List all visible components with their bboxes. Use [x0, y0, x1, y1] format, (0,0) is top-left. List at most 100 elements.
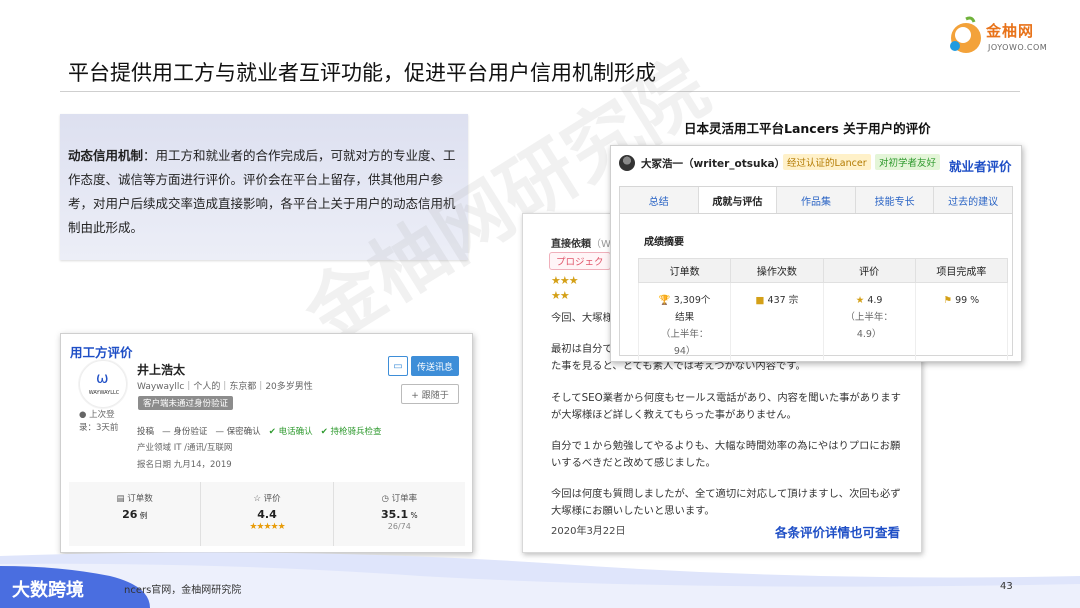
review-header-extra: （W	[591, 239, 611, 250]
verification-item: — 保密确认	[215, 427, 261, 437]
employer-stat-unit: 例	[137, 511, 148, 520]
follow-button[interactable]: + 跟随于	[401, 384, 459, 404]
stats-orders-sub: 结果	[675, 312, 695, 323]
employer-stat-sub: 26/74	[387, 522, 411, 531]
review-line: 今回は何度も質問しましたが、全て適切に対応して頂けますし、次回も必ず	[551, 488, 901, 500]
review-line: いするべきだと改めて感じました。	[551, 457, 716, 469]
employer-stat-orders: ▤ 订单数 26 例	[69, 482, 200, 546]
last-login-value: 录：3天前	[79, 423, 119, 433]
employer-stat-label-text: 订单数	[127, 494, 153, 504]
stats-orders-prev-value: 94）	[673, 346, 696, 357]
review-stars-row-2: ★★	[551, 289, 570, 302]
employer-stat-label: ◷ 订单率	[334, 492, 465, 504]
stats-rating-cell: ★ 4.9 （上半年： 4.9）	[822, 282, 916, 360]
footer-brand: 大数跨境	[12, 580, 84, 601]
stats-header: 项目完成率	[914, 258, 1009, 283]
review-detail-link[interactable]: 各条评价详情也可查看	[775, 522, 900, 541]
stats-header: 评价	[822, 258, 916, 283]
stats-header: 订单数	[637, 258, 732, 283]
video-call-button[interactable]: ▭	[388, 356, 408, 376]
review-line: 自分で１から勉強してやるよりも、大幅な時間効率の為にやはりプロにお願	[551, 440, 901, 452]
employer-stat-label: ☆ 评价	[201, 492, 332, 504]
tab-summary[interactable]: 总结	[620, 187, 699, 213]
employer-stat-order-rate: ◷ 订单率 35.1 % 26/74	[332, 482, 465, 546]
stats-rating: 4.9	[867, 295, 883, 306]
tab-skills[interactable]: 技能专长	[856, 187, 935, 213]
employer-stat-label-text: 订单率	[391, 494, 418, 504]
employer-stat-value: 35.1 %	[334, 508, 465, 521]
brand-logo-text: 金柚网	[986, 22, 1035, 40]
review-project-tag[interactable]: プロジェク	[549, 252, 611, 270]
footer-wave	[0, 552, 1080, 608]
employer-stat-number: 26	[122, 508, 138, 521]
review-header: 直接依頼（W	[551, 235, 611, 250]
review-stars-row-1: ★★★	[551, 274, 579, 287]
stats-rating-prev-label: （上半年：	[845, 312, 893, 323]
brand-logo-icon	[950, 16, 981, 53]
employer-stat-value: 4.4	[257, 508, 277, 521]
document-icon: ▤	[116, 494, 125, 504]
employer-rating-stars: ★★★★★	[249, 522, 285, 532]
verified-lancer-badge: 经过认证的Lancer	[783, 154, 871, 170]
freelancer-panel-label: 就业者评价	[949, 159, 1012, 174]
employer-industry: 产业领域 IT /通讯/互联网	[137, 443, 233, 453]
last-login: ● 上次登 录：3天前	[79, 409, 118, 435]
employer-stat-unit: %	[408, 511, 418, 520]
stats-orders-cell: 🏆 3,309个 结果 （上半年： 94）	[637, 282, 732, 360]
brand-logo: 金柚网 JOYOWO.COM	[946, 14, 1056, 64]
stats-operations-cell: ■ 437 宗	[730, 282, 824, 360]
stats-header: 操作次数	[730, 258, 824, 283]
stats-completion: 99 %	[955, 295, 980, 306]
employer-stats: ▤ 订单数 26 例 ☆ 评价 4.4 ★★★★★ ◷ 订单率 35.1 % 2…	[69, 482, 465, 546]
employer-stat-number: 35.1	[380, 508, 409, 521]
definition-box: 动态信用机制：用工方和就业者的合作完成后，可就对方的专业度、工作态度、诚信等方面…	[60, 114, 468, 260]
definition-term: 动态信用机制	[68, 148, 144, 163]
tab-achievements[interactable]: 成就与评估	[698, 187, 778, 213]
footer-source: ncers官网，金柚网研究院	[124, 585, 242, 596]
beginner-friendly-badge: 对初学者友好	[875, 154, 941, 170]
verification-list: 投稿 — 身份验证 — 保密确认 ✔ 电话确认 ✔ 持枪骑兵检查	[137, 425, 382, 437]
review-line: そしてSEO業者から何度もセールス電話があり、内容を聞いた事があります	[551, 392, 901, 404]
page-number: 43	[1000, 581, 1013, 592]
employer-card: 用工方评价 ω WAYWAYLLC 井上浩太 Waywayllc｜个人的｜东京都…	[60, 333, 473, 553]
star-icon: ★	[855, 295, 865, 306]
star-outline-icon: ☆	[253, 494, 261, 504]
last-login-label: ● 上次登	[79, 410, 115, 420]
lancers-caption: 日本灵活用工平台Lancers 关于用户的评价	[684, 121, 931, 136]
verification-item: ✔ 电话确认	[268, 427, 313, 437]
unverified-badge: 客户端未通过身份验证	[138, 396, 234, 410]
review-header-text: 直接依頼	[551, 239, 591, 250]
stats-operations: 437 宗	[767, 295, 799, 306]
clock-icon: ◷	[381, 494, 389, 504]
page-title: 平台提供用工方与就业者互评功能，促进平台用户信用机制形成	[68, 61, 656, 85]
video-icon: ▭	[393, 360, 403, 372]
briefcase-icon: ■	[755, 295, 765, 306]
verification-item: — 身份验证	[162, 427, 208, 437]
employer-meta: Waywayllc｜个人的｜东京都｜20多岁男性	[137, 382, 313, 392]
brand-logo-subtext: JOYOWO.COM	[988, 43, 1048, 52]
employer-registration-date: 报名日期 九月14，2019	[137, 460, 232, 470]
stats-orders-prev-label: （上半年：	[660, 329, 709, 340]
employer-logo: ω WAYWAYLLC	[79, 360, 127, 408]
send-message-button[interactable]: 传送讯息	[411, 356, 459, 376]
tab-portfolio[interactable]: 作品集	[777, 187, 856, 213]
title-divider	[60, 91, 1020, 92]
employer-stat-label: ▤ 订单数	[69, 492, 200, 504]
flag-icon: ⚑	[943, 295, 953, 306]
tab-past-proposals[interactable]: 过去的建议	[934, 187, 1012, 213]
employer-name[interactable]: 井上浩太	[137, 361, 185, 378]
review-line: 最初は自分で	[551, 343, 613, 355]
review-line: が大塚様ほど詳しく教えてもらった事がありません。	[551, 409, 797, 421]
employer-stat-rating: ☆ 评价 4.4 ★★★★★	[200, 482, 332, 546]
review-date: 2020年3月22日	[551, 526, 626, 537]
employer-logo-icon: ω	[96, 369, 109, 387]
stats-orders-main: 3,309个	[673, 295, 711, 306]
freelancer-name[interactable]: 大冢浩一（writer_otsuka）	[641, 156, 785, 171]
trophy-icon: 🏆	[658, 295, 671, 306]
freelancer-avatar	[619, 155, 635, 171]
freelancer-tabs: 总结 成就与评估 作品集 技能专长 过去的建议	[619, 186, 1013, 214]
employer-stat-value: 26 例	[69, 508, 200, 521]
review-line: 今回、大塚様	[551, 312, 613, 324]
review-line: 大塚様にお願いしたいと思います。	[551, 505, 715, 517]
stats-completion-cell: ⚑ 99 %	[914, 282, 1009, 360]
